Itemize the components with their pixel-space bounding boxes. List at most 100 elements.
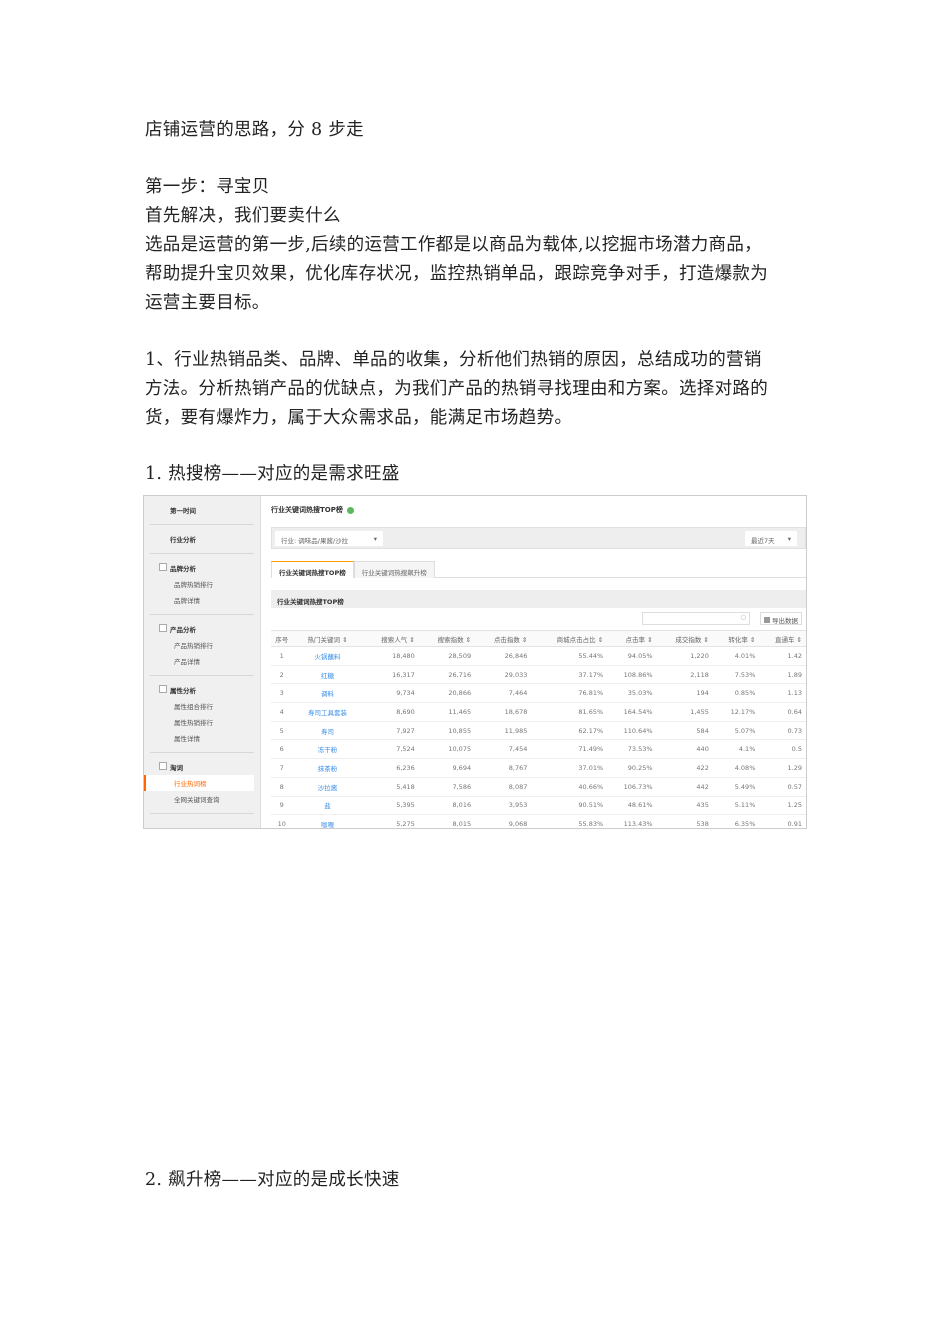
table-cell: 7,927 [362,721,419,741]
table-cell: 26,846 [475,646,532,666]
table-cell: 1.42 [759,646,806,666]
column-header[interactable]: 点击率 ⇕ [607,630,657,647]
table-cell: 1,220 [656,646,713,666]
tab-top[interactable]: 行业关键词热搜TOP榜 [271,561,354,578]
tabs: 行业关键词热搜TOP榜 行业关键词热搜飙升榜 [271,561,806,578]
sidebar-item-industry[interactable]: 行业分析 [150,531,254,547]
table-cell: 8,767 [475,758,532,778]
keyword-link[interactable]: 抹茶粉 [296,758,363,778]
sidebar-group: 淘词 行业热词榜 全网关键词查询 [144,753,254,814]
column-header[interactable]: 转化率 ⇕ [712,630,760,647]
keyword-link[interactable]: 沙拉酱 [296,777,363,797]
sidebar-item[interactable]: 产品热销排行 [150,637,254,653]
period-select[interactable]: 最近7天 ▾ [745,531,797,546]
table-cell: 4 [271,702,297,722]
sidebar-item[interactable]: 产品详情 [150,653,254,669]
sidebar-group-title[interactable]: 产品分析 [150,621,254,637]
search-icon: ○ [740,613,746,621]
industry-select[interactable]: 行业: 调味品/果酱/沙拉 ▾ [275,531,383,546]
column-header[interactable]: 序号 [271,630,297,647]
table-cell: 7.53% [712,665,760,685]
keyword-link[interactable]: 冻干粉 [296,739,363,760]
line: 运营主要目标。 [145,293,270,313]
export-button[interactable]: 导出数据 [760,612,802,625]
column-header[interactable]: 搜索指数 ⇕ [418,630,476,647]
table-cell: 62.17% [531,721,608,741]
paragraph-2: 1、行业热销品类、品牌、单品的收集，分析他们热销的原因，总结成功的营销 方法。分… [145,346,810,433]
table-cell: 1.13 [759,683,806,704]
table-row: 6 冻干粉 7,524 10,075 7,454 71.49% 73.53% 440 4.1% 0… [271,739,806,760]
column-header[interactable]: 热门关键词 ⇕ [296,630,363,647]
table-cell: 110.64% [607,721,657,741]
table-cell: 164.54% [607,702,657,722]
table-cell: 435 [656,796,713,816]
table-row: 3 调料 9,734 20,866 7,464 76.81% 35.03% 194 0.85% 1… [271,683,806,704]
keyword-link[interactable]: 寿司 [296,721,363,741]
table-cell: 0.57 [759,777,806,797]
table-cell: 4.01% [712,646,760,666]
table-cell: 35.03% [607,683,657,704]
help-icon[interactable] [346,506,354,514]
sidebar-item[interactable]: 属性组合排行 [150,698,254,714]
table-cell: 5,275 [362,814,419,828]
period-select-value: 最近7天 [751,537,775,545]
table-cell: 7,586 [418,777,476,797]
column-header[interactable]: 成交指数 ⇕ [656,630,713,647]
sidebar-item[interactable]: 全网关键词查询 [150,791,254,807]
search-input[interactable]: ○ [642,612,750,625]
table-cell: 8 [271,777,297,797]
sidebar-group-title[interactable]: 属性分析 [150,682,254,698]
line: 方法。分析热销产品的优缺点，为我们产品的热销寻找理由和方案。选择对路的 [145,379,768,399]
table-cell: 10,855 [418,721,476,741]
column-header[interactable]: 搜索人气 ⇕ [362,630,419,647]
column-header[interactable]: 直通车 ⇕ [759,630,806,647]
table-cell: 1.89 [759,665,806,685]
column-header[interactable]: 商城点击占比 ⇕ [531,630,608,647]
table-cell: 5.49% [712,777,760,797]
table-cell: 2 [271,665,297,685]
table-cell: 8,016 [418,796,476,816]
table-cell: 442 [656,777,713,797]
table-cell: 90.51% [531,796,608,816]
keyword-link[interactable]: 咖喱 [296,814,363,828]
keyword-link[interactable]: 调料 [296,683,363,704]
table-cell: 194 [656,683,713,704]
keyword-link[interactable]: 红糖 [296,665,363,685]
keyword-link[interactable]: 盐 [296,796,363,816]
sidebar-item[interactable]: 属性热销排行 [150,714,254,730]
table-row: 2 红糖 16,317 26,716 29,033 37.17% 108.86% 2,118 7… [271,665,806,685]
sidebar-item-first[interactable]: 第一时间 [150,502,254,518]
table-cell: 11,985 [475,721,532,741]
table-cell: 29,033 [475,665,532,685]
sidebar-group: 产品分析 产品热销排行 产品详情 [150,615,254,676]
tab-rising[interactable]: 行业关键词热搜飙升榜 [353,561,435,578]
section-title: 行业关键词热搜TOP榜 [271,590,806,608]
table-cell: 7,524 [362,739,419,760]
table-cell: 422 [656,758,713,778]
table-cell: 37.17% [531,665,608,685]
lead-text: 首先解决，我们要卖什么 [145,206,341,226]
sidebar-group-title[interactable]: 品牌分析 [150,560,254,576]
column-header[interactable]: 点击指数 ⇕ [475,630,532,647]
sidebar-item[interactable]: 品牌详情 [150,592,254,608]
sidebar-item[interactable]: 属性详情 [150,730,254,746]
line: 帮助提升宝贝效果，优化库存状况，监控热销单品，跟踪竞争对手，打造爆款为 [145,264,768,284]
table-cell: 1 [271,646,297,666]
subheading-hot-search: 1. 热搜榜——对应的是需求旺盛 [145,464,400,484]
table-cell: 48.61% [607,796,657,816]
table-cell: 4.08% [712,758,760,778]
table-cell: 1.29 [759,758,806,778]
doc-heading: 店铺运营的思路，分 8 步走 [145,120,364,140]
keyword-table: 序号 热门关键词 ⇕ 搜索人气 ⇕ 搜索指数 ⇕ 点击指数 ⇕ 商城点击占比 ⇕ 点击率 ⇕… [271,630,806,828]
sidebar-group: 属性分析 属性组合排行 属性热销排行 属性详情 [150,676,254,753]
sidebar-group-title[interactable]: 淘词 [150,759,254,775]
keyword-link[interactable]: 寿司工具套装 [296,702,363,722]
table-cell: 1.25 [759,796,806,816]
table-cell: 26,716 [418,665,476,685]
sidebar-item[interactable]: 行业热词榜 [144,775,254,791]
step-title: 第一步：寻宝贝 [145,177,270,197]
table-cell: 16,317 [362,665,419,685]
keyword-link[interactable]: 火锅蘸料 [296,646,363,666]
sidebar-item[interactable]: 品牌热销排行 [150,576,254,592]
table-cell: 37.01% [531,758,608,778]
